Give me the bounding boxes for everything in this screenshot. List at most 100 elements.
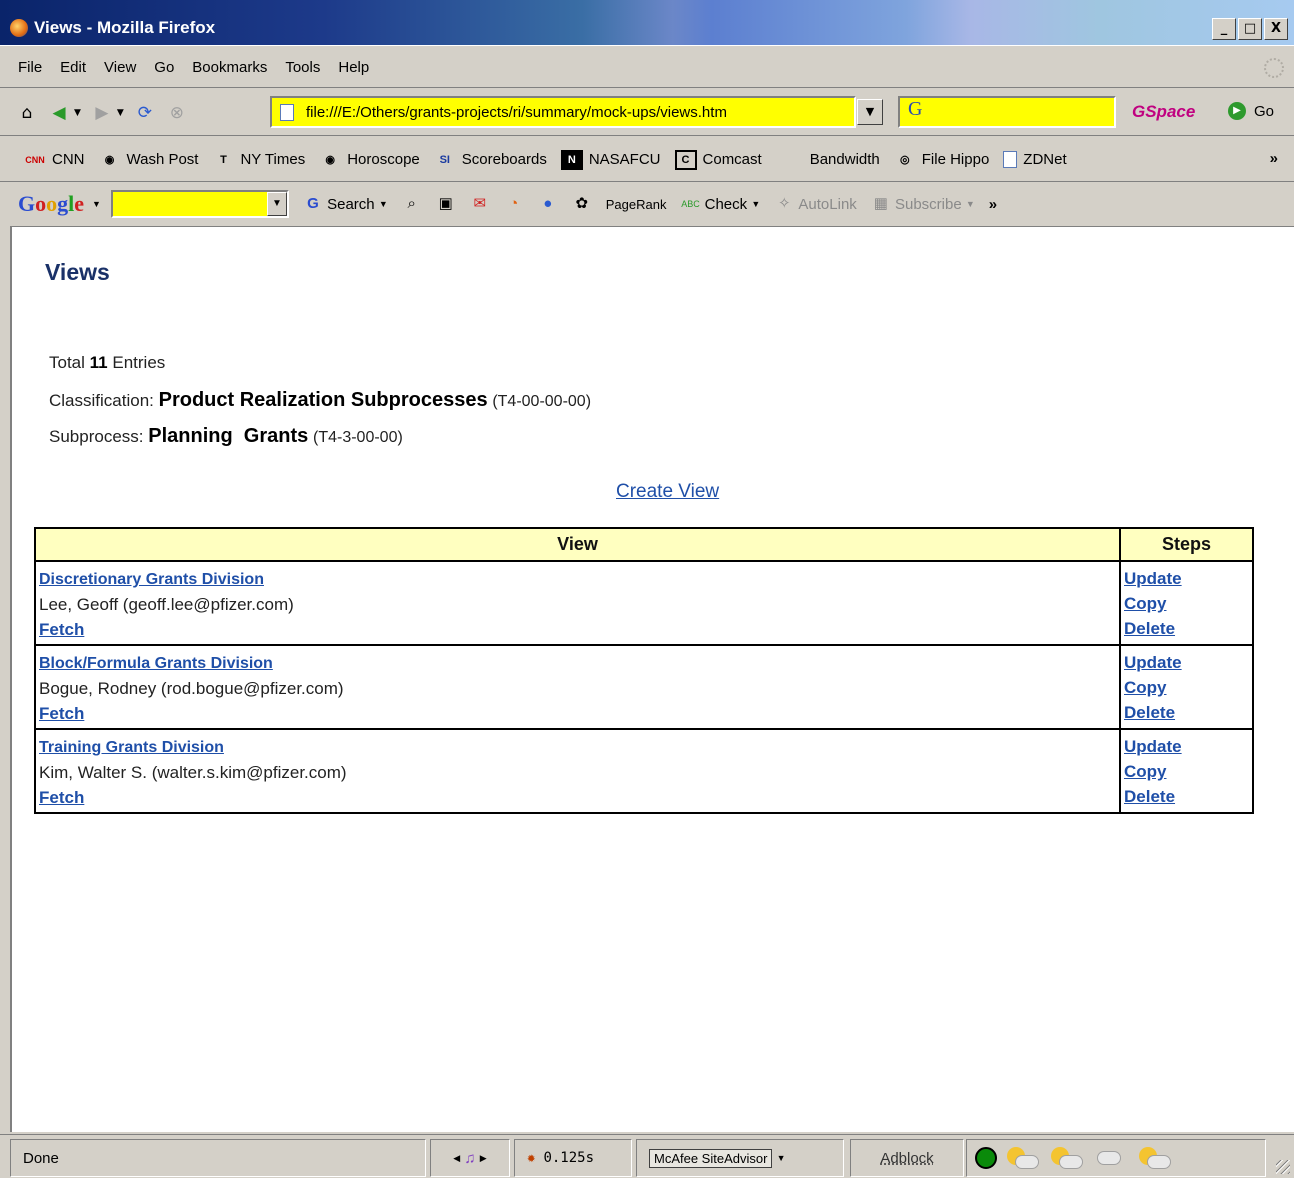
next-icon[interactable]: ▶: [480, 1153, 487, 1164]
table-header-row: View Steps: [34, 527, 1254, 562]
previous-icon[interactable]: ◀: [453, 1153, 460, 1164]
division-link[interactable]: Discretionary Grants Division: [39, 571, 264, 588]
bookmark-cnn[interactable]: CNN CNN: [24, 150, 84, 170]
fetch-link[interactable]: Fetch: [39, 620, 84, 639]
subprocess-line: Subprocess: Planning Grants (T4-3-00-00): [49, 425, 403, 448]
table-row: Discretionary Grants Division Lee, Geoff…: [34, 560, 1254, 646]
update-link[interactable]: Update: [1124, 737, 1182, 756]
back-dropdown-icon[interactable]: ▼: [74, 108, 81, 118]
picasa-icon[interactable]: ◔: [504, 194, 524, 214]
gspace-button[interactable]: GSpace: [1132, 102, 1195, 122]
status-bar: Done ◀ ♫ ▶ ✹ 0.125s McAfee SiteAdvisor ▼…: [0, 1134, 1294, 1178]
gmail-icon[interactable]: ✉: [470, 194, 490, 214]
wp-icon: ◉: [104, 153, 115, 166]
resize-grip-icon[interactable]: [1276, 1160, 1290, 1174]
delete-link[interactable]: Delete: [1124, 703, 1175, 722]
url-bar[interactable]: file:///E:/Others/grants-projects/ri/sum…: [270, 96, 856, 128]
bookmark-label: Wash Post: [126, 151, 199, 168]
search-history-dropdown-icon[interactable]: ▼: [266, 192, 287, 216]
check-dropdown-icon[interactable]: ▼: [751, 199, 760, 209]
bookmark-comcast[interactable]: C Comcast: [674, 149, 762, 170]
home-icon[interactable]: ⌂: [16, 102, 38, 124]
reload-icon[interactable]: ⟳: [134, 102, 156, 124]
search-dropdown-icon[interactable]: ▼: [379, 199, 388, 209]
subprocess-code: (T4-3-00-00): [313, 429, 403, 446]
weather-rain-icon[interactable]: [1093, 1145, 1129, 1171]
logo-letter: g: [57, 191, 69, 216]
picture-icon[interactable]: ▣: [436, 194, 456, 214]
google-toolbar-search-input[interactable]: ▼: [110, 190, 289, 218]
back-icon[interactable]: ◀: [48, 102, 70, 124]
menu-tools[interactable]: Tools: [285, 59, 320, 76]
subscribe-button[interactable]: ▦ Subscribe ▼: [871, 194, 975, 214]
division-link[interactable]: Training Grants Division: [39, 739, 224, 756]
maximize-button[interactable]: □: [1238, 18, 1262, 40]
weather-partly-cloudy-icon[interactable]: [1137, 1145, 1173, 1171]
division-link[interactable]: Block/Formula Grants Division: [39, 655, 273, 672]
logo-letter: o: [46, 191, 58, 216]
delete-link[interactable]: Delete: [1124, 619, 1175, 638]
google-search-button[interactable]: G Search ▼: [303, 194, 388, 214]
bookmark-ny-times[interactable]: T NY Times: [212, 150, 305, 170]
news-icon[interactable]: ⌕: [402, 194, 422, 214]
menu-file[interactable]: File: [18, 59, 42, 76]
fetch-link[interactable]: Fetch: [39, 788, 84, 807]
menu-view[interactable]: View: [104, 59, 136, 76]
music-icon[interactable]: ♫: [464, 1150, 475, 1167]
bookmarks-more-chevron-icon[interactable]: »: [1270, 150, 1278, 167]
fasterfox-icon: ✹: [527, 1150, 536, 1166]
bookmark-scoreboards[interactable]: SI Scoreboards: [434, 150, 547, 170]
bookmark-wash-post[interactable]: ◉ Wash Post: [99, 150, 199, 170]
media-player-control[interactable]: ◀ ♫ ▶: [430, 1139, 510, 1177]
copy-link[interactable]: Copy: [1124, 762, 1167, 781]
google-menu-dropdown-icon[interactable]: ▼: [92, 199, 101, 209]
google-search-box[interactable]: G: [898, 96, 1116, 128]
close-button[interactable]: X: [1264, 18, 1288, 40]
adblock-button[interactable]: Adblock: [850, 1139, 964, 1177]
update-link[interactable]: Update: [1124, 653, 1182, 672]
google-toolbar-more-chevron-icon[interactable]: »: [989, 196, 997, 213]
autolink-button[interactable]: ✧ AutoLink: [774, 194, 857, 214]
weather-partly-cloudy-icon[interactable]: [1005, 1145, 1041, 1171]
forward-icon[interactable]: ▶: [91, 102, 113, 124]
delete-link[interactable]: Delete: [1124, 787, 1175, 806]
copy-link[interactable]: Copy: [1124, 594, 1167, 613]
bookmark-file-hippo[interactable]: ◎ File Hippo: [894, 150, 989, 170]
page-icon: [280, 103, 294, 121]
subscribe-dropdown-icon[interactable]: ▼: [966, 199, 975, 209]
menu-help[interactable]: Help: [338, 59, 369, 76]
minimize-button[interactable]: _: [1212, 18, 1236, 40]
url-dropdown-icon[interactable]: ▼: [857, 99, 883, 125]
mail-icon: ✉: [473, 195, 487, 212]
bookmark-zdnet[interactable]: ZDNet: [1003, 151, 1067, 168]
menu-go[interactable]: Go: [154, 59, 174, 76]
check-label: Check: [704, 195, 748, 213]
status-green-icon[interactable]: [975, 1147, 997, 1169]
go-button[interactable]: ▶ Go: [1228, 102, 1274, 120]
fetch-link[interactable]: Fetch: [39, 704, 84, 723]
forward-dropdown-icon[interactable]: ▼: [117, 108, 124, 118]
go-label: Go: [1254, 102, 1275, 120]
update-link[interactable]: Update: [1124, 569, 1182, 588]
spell-check-button[interactable]: ABC Check ▼: [680, 194, 760, 214]
subprocess-label: Subprocess:: [49, 427, 144, 446]
menu-bar: File Edit View Go Bookmarks Tools Help: [0, 48, 1294, 88]
google-logo[interactable]: Google: [18, 191, 84, 217]
bookmark-nasafcu[interactable]: N NASAFCU: [560, 149, 661, 170]
go-arrow-icon: ▶: [1228, 102, 1246, 120]
menu-bookmarks[interactable]: Bookmarks: [192, 59, 267, 76]
menu-edit[interactable]: Edit: [60, 59, 86, 76]
table-row: Block/Formula Grants Division Bogue, Rod…: [34, 644, 1254, 730]
bookmark-horoscope[interactable]: ◉ Horoscope: [319, 150, 419, 170]
subscribe-label: Subscribe: [894, 195, 962, 213]
bookmark-bandwidth[interactable]: Bandwidth: [810, 151, 880, 168]
popup-blocker-icon[interactable]: ✿: [572, 194, 592, 214]
stop-icon[interactable]: ⊗: [166, 102, 188, 124]
mcafee-siteadvisor[interactable]: McAfee SiteAdvisor ▼: [636, 1139, 844, 1177]
copy-link[interactable]: Copy: [1124, 678, 1167, 697]
mcafee-dropdown-icon[interactable]: ▼: [777, 1153, 786, 1163]
weather-partly-cloudy-icon[interactable]: [1049, 1145, 1085, 1171]
pinwheel-icon: ◔: [509, 195, 519, 212]
create-view-link[interactable]: Create View: [616, 481, 719, 503]
globe-icon[interactable]: ●: [538, 194, 558, 214]
